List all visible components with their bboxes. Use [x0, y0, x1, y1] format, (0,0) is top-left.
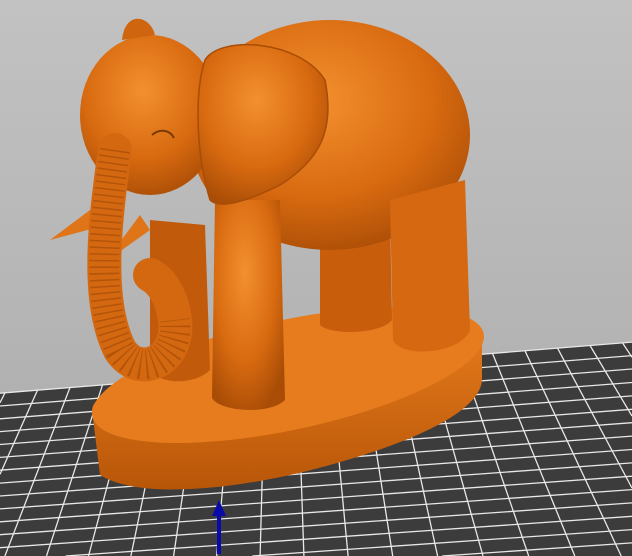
3d-viewport[interactable] [0, 0, 632, 556]
elephant-model[interactable] [50, 18, 495, 490]
scene-canvas[interactable] [0, 0, 632, 556]
model-tusk [50, 210, 95, 240]
model-front-leg-right [390, 180, 470, 352]
model-front-leg-left [212, 200, 285, 410]
